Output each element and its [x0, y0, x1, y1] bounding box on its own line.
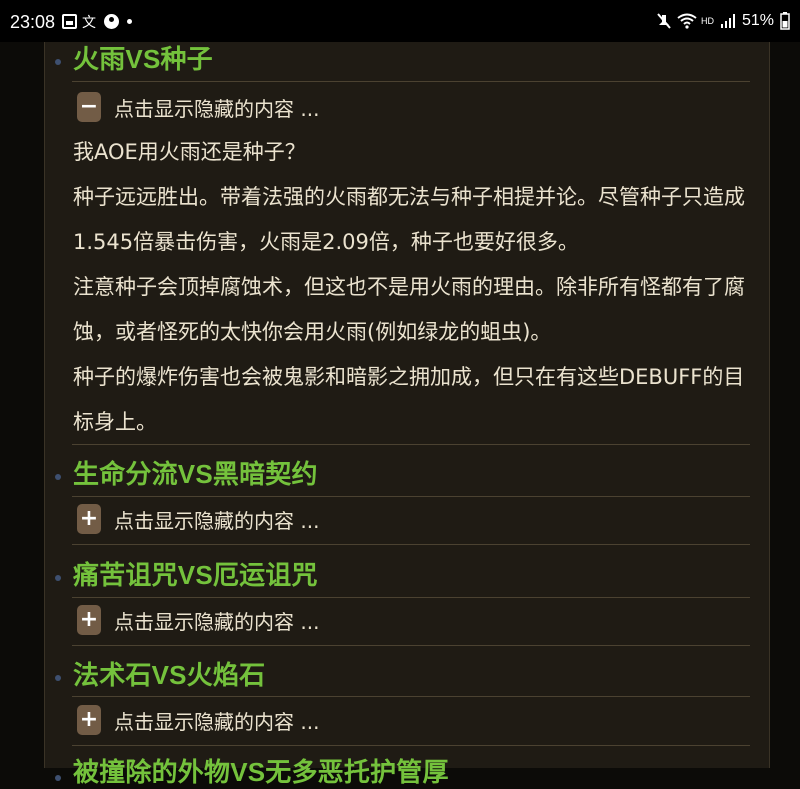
expand-icon[interactable]: + — [77, 705, 101, 735]
battery-percent: 51% — [741, 12, 774, 29]
status-time: 23:08 — [10, 12, 56, 32]
toggle-label[interactable]: 点击显示隐藏的内容 ... — [114, 505, 319, 534]
section-heading: 痛苦诅咒VS厄运诅咒 — [73, 560, 318, 590]
expand-icon[interactable]: + — [77, 605, 101, 635]
divider — [72, 544, 750, 545]
divider — [72, 696, 750, 697]
network-type-label: HD — [700, 16, 714, 26]
toggle-label[interactable]: 点击显示隐藏的内容 ... — [114, 93, 319, 122]
section-bullet — [55, 675, 61, 681]
toggle-label[interactable]: 点击显示隐藏的内容 ... — [114, 706, 319, 735]
section-bullet — [55, 575, 61, 581]
divider — [72, 645, 750, 646]
section-bullet — [55, 59, 61, 65]
expand-toggle[interactable]: + 点击显示隐藏的内容 ... — [77, 605, 319, 635]
notification-dot-icon — [127, 19, 132, 24]
divider — [72, 81, 750, 82]
section-heading: 被撞除的外物VS无多恶托护管厚 — [73, 757, 449, 787]
section-bullet — [55, 775, 61, 781]
collapse-icon[interactable]: − — [77, 92, 101, 122]
paragraph: 我AOE用火雨还是种子？ — [73, 140, 306, 164]
paragraph: 种子的爆炸伤害也会被鬼影和暗影之拥加成，但只在有这些DEBUFF的目标身上。 — [73, 365, 745, 434]
status-bar: 23:08 文 HD 51% — [0, 0, 800, 42]
divider — [72, 597, 750, 598]
signal-icon — [720, 13, 736, 29]
account-icon — [104, 14, 119, 29]
translate-icon: 文 — [82, 15, 96, 31]
wifi-icon — [677, 13, 697, 29]
divider — [72, 496, 750, 497]
section-heading: 法术石VS火焰石 — [73, 660, 266, 690]
photo-icon — [62, 14, 77, 29]
paragraph: 种子远远胜出。带着法强的火雨都无法与种子相提并论。尽管种子只造成1.545倍暴击… — [73, 185, 745, 254]
divider — [72, 745, 750, 746]
expand-toggle[interactable]: + 点击显示隐藏的内容 ... — [77, 705, 319, 735]
mute-icon — [657, 13, 671, 29]
paragraph: 注意种子会顶掉腐蚀术，但这也不是用火雨的理由。除非所有怪都有了腐蚀，或者怪死的太… — [73, 275, 745, 344]
toggle-label[interactable]: 点击显示隐藏的内容 ... — [114, 606, 319, 635]
section-bullet — [55, 474, 61, 480]
collapse-toggle[interactable]: − 点击显示隐藏的内容 ... — [77, 92, 319, 122]
expand-icon[interactable]: + — [77, 504, 101, 534]
article-panel: 火雨VS种子 − 点击显示隐藏的内容 ... 我AOE用火雨还是种子？ 种子远远… — [44, 42, 770, 787]
section-heading: 生命分流VS黑暗契约 — [73, 459, 318, 489]
section-heading: 火雨VS种子 — [73, 44, 213, 74]
divider — [72, 444, 750, 445]
battery-icon — [780, 12, 790, 30]
expand-toggle[interactable]: + 点击显示隐藏的内容 ... — [77, 504, 319, 534]
